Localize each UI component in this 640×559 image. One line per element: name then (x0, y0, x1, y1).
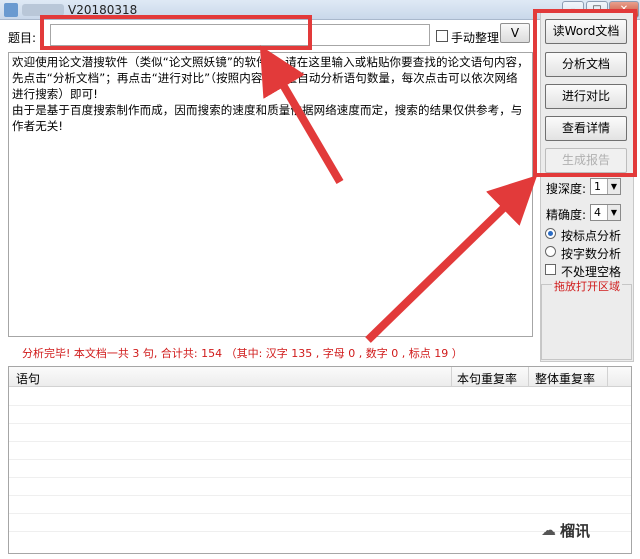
wechat-icon: ☁ (541, 521, 556, 539)
arrow-to-topic-input (259, 45, 344, 185)
watermark: 榴讯 (560, 522, 591, 540)
arrow-to-buttons (365, 175, 538, 343)
annotation-arrows (259, 45, 538, 343)
